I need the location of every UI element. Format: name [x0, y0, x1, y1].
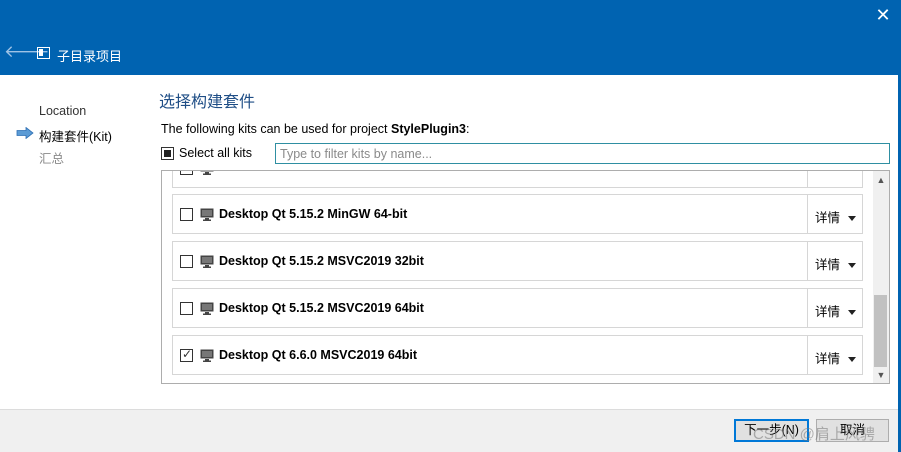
wizard-title: 子目录项目 — [57, 49, 123, 64]
row-divider — [807, 195, 808, 233]
current-step-arrow-icon — [16, 127, 34, 139]
chevron-down-icon — [848, 310, 857, 316]
description-prefix: The following kits can be used for proje… — [161, 122, 391, 136]
kit-details-button[interactable]: 详情 — [815, 254, 857, 273]
close-icon[interactable]: ✕ — [868, 2, 898, 28]
kit-name: Desktop Qt 5.15.2 MSVC2019 64bit — [219, 301, 424, 315]
project-name: StylePlugin3 — [390, 122, 467, 136]
details-label: 详情 — [815, 305, 841, 319]
kit-checkbox[interactable] — [180, 302, 193, 315]
scroll-up-icon[interactable]: ▲ — [873, 173, 889, 187]
kit-name: Desktop Qt 6.6.0 MSVC2019 64bit — [219, 348, 417, 362]
select-all-label[interactable]: Select all kits — [179, 146, 252, 160]
kit-row[interactable]: Desktop Qt 5.15.2 MSVC2019 32bit 详情 — [172, 241, 863, 281]
title-bar — [0, 0, 901, 75]
kit-name: Desktop Qt 5.15.2 MSVC2019 32bit — [219, 254, 424, 268]
kit-list: Desktop Qt 5.15.2 MinGW 64-bit 详情 Deskto… — [161, 170, 890, 384]
kit-row-partial[interactable] — [172, 171, 863, 188]
page-title: 选择构建套件 — [159, 94, 256, 111]
select-all-checkbox[interactable] — [161, 147, 174, 160]
monitor-icon — [200, 302, 214, 315]
cancel-button[interactable]: 取消 — [816, 419, 889, 442]
next-button[interactable]: 下一步(N) — [734, 419, 809, 442]
kit-row[interactable]: Desktop Qt 5.15.2 MSVC2019 64bit 详情 — [172, 288, 863, 328]
kits-description: The following kits can be used for proje… — [161, 122, 470, 136]
wizard-window-icon — [37, 47, 50, 59]
monitor-icon — [200, 255, 214, 268]
chevron-down-icon — [848, 263, 857, 269]
kit-checkbox[interactable] — [180, 255, 193, 268]
chevron-down-icon — [848, 216, 857, 222]
scrollbar-thumb[interactable] — [874, 295, 887, 367]
kit-checkbox[interactable] — [180, 208, 193, 221]
kit-filter-input[interactable] — [275, 143, 890, 164]
back-arrow-icon[interactable]: 🡐 — [4, 42, 50, 62]
monitor-icon — [200, 349, 214, 362]
row-divider — [807, 289, 808, 327]
kit-details-button[interactable]: 详情 — [815, 348, 857, 367]
kit-name: Desktop Qt 5.15.2 MinGW 64-bit — [219, 207, 408, 221]
details-label: 详情 — [815, 211, 841, 225]
description-suffix: : — [466, 122, 470, 136]
kit-details-button[interactable]: 详情 — [815, 301, 857, 320]
scroll-down-icon[interactable]: ▼ — [873, 368, 889, 382]
step-summary: 汇总 — [39, 152, 65, 166]
step-location: Location — [39, 104, 87, 118]
kit-row[interactable]: Desktop Qt 5.15.2 MinGW 64-bit 详情 — [172, 194, 863, 234]
kit-details-button[interactable]: 详情 — [815, 207, 857, 226]
kit-row[interactable]: Desktop Qt 6.6.0 MSVC2019 64bit 详情 — [172, 335, 863, 375]
row-divider — [807, 171, 808, 187]
monitor-icon — [200, 208, 214, 221]
kit-list-scrollbar[interactable]: ▲ ▼ — [873, 171, 889, 383]
chevron-down-icon — [848, 357, 857, 363]
step-kits: 构建套件(Kit) — [39, 130, 112, 144]
row-divider — [807, 336, 808, 374]
kit-checkbox[interactable] — [180, 171, 193, 175]
details-label: 详情 — [815, 352, 841, 366]
row-divider — [807, 242, 808, 280]
details-label: 详情 — [815, 258, 841, 272]
kit-checkbox-checked[interactable] — [180, 347, 193, 362]
monitor-icon — [200, 171, 214, 175]
